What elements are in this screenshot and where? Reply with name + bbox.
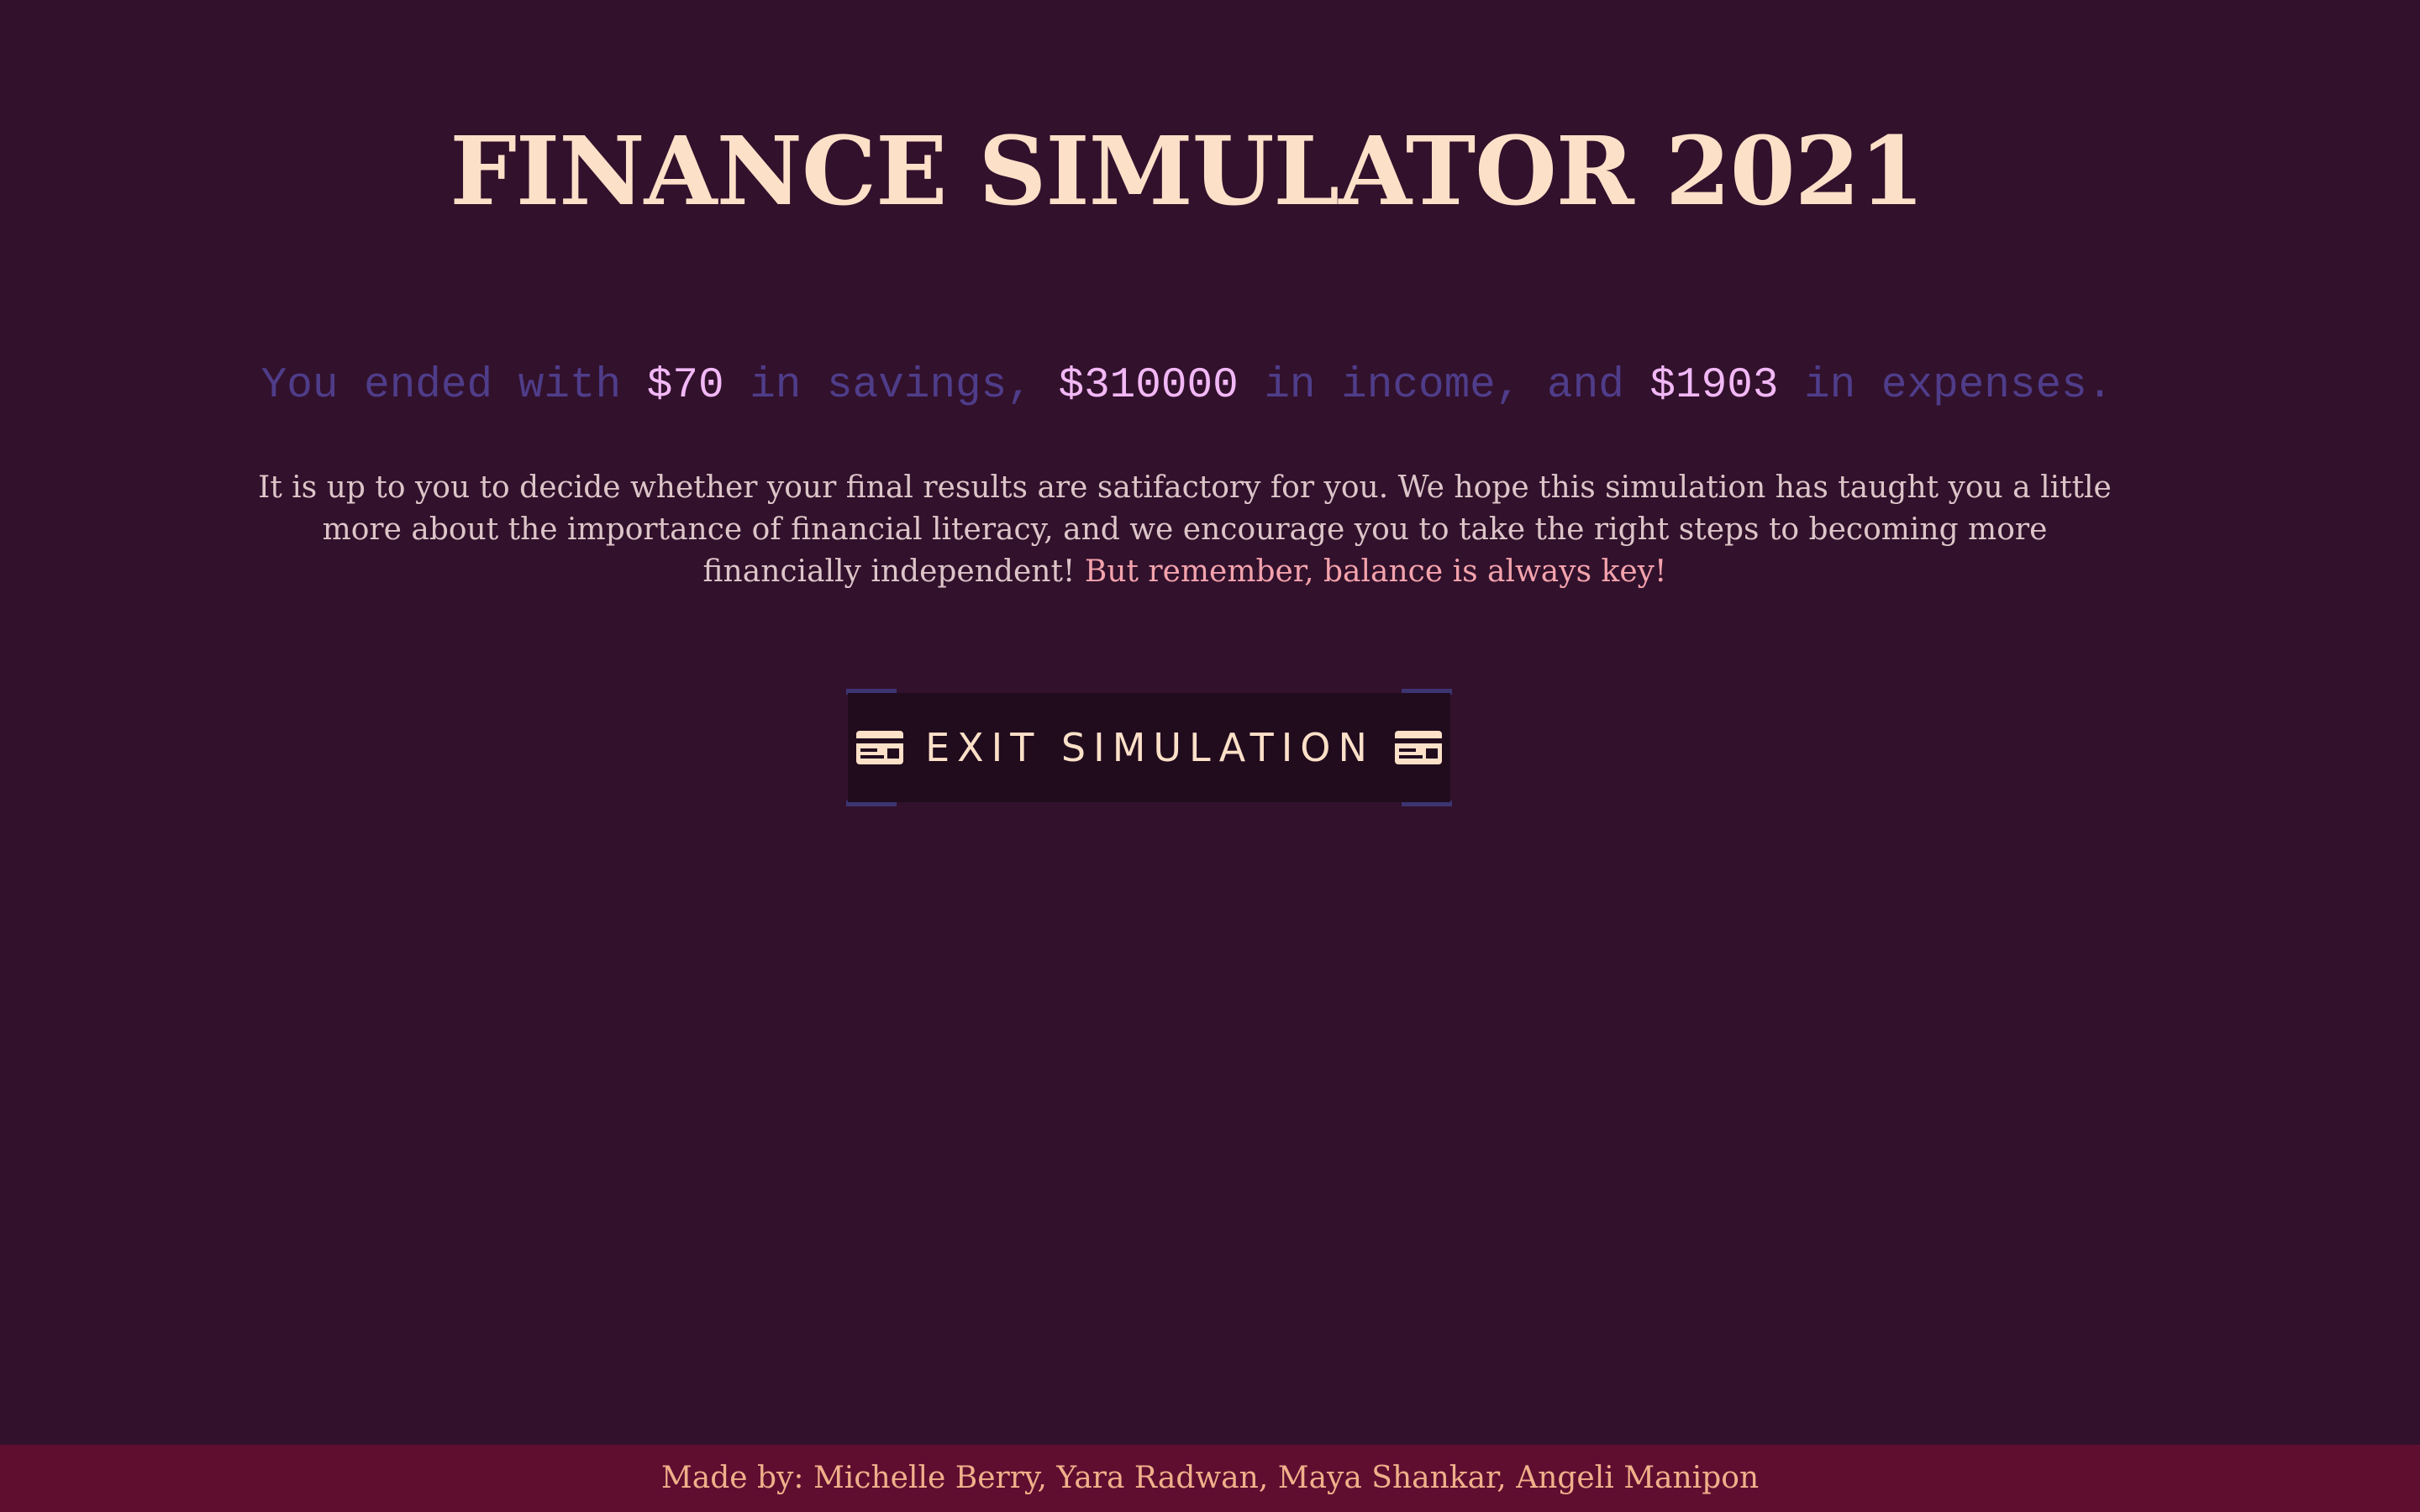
footer-credits: Made by: Michelle Berry, Yara Radwan, Ma… [660, 1461, 1760, 1495]
footer: Made by: Michelle Berry, Yara Radwan, Ma… [0, 1445, 2420, 1512]
credit-card-icon [856, 731, 904, 764]
expenses-suffix: in expenses. [1804, 362, 2113, 410]
page: FINANCE SIMULATOR 2021 You ended with $7… [0, 0, 2420, 1512]
exit-button-frame: EXIT SIMULATION [846, 689, 1452, 806]
closing-message-accent: But remember, balance is always key! [1084, 554, 1667, 589]
credit-card-icon [1394, 731, 1442, 764]
expenses-value: $1903 [1649, 362, 1779, 410]
summary-prefix: You ended with [260, 362, 622, 410]
savings-suffix: in savings, [750, 362, 1033, 410]
income-suffix: in income, and [1264, 362, 1624, 410]
page-title: FINANCE SIMULATOR 2021 [450, 117, 1924, 227]
savings-value: $70 [646, 362, 724, 410]
income-value: $310000 [1058, 362, 1239, 410]
exit-simulation-button[interactable]: EXIT SIMULATION [848, 693, 1450, 802]
exit-button-label: EXIT SIMULATION [925, 725, 1375, 770]
results-summary: You ended with $70 in savings, $310000 i… [0, 357, 2374, 416]
closing-message: It is up to you to decide whether your f… [244, 467, 2126, 593]
